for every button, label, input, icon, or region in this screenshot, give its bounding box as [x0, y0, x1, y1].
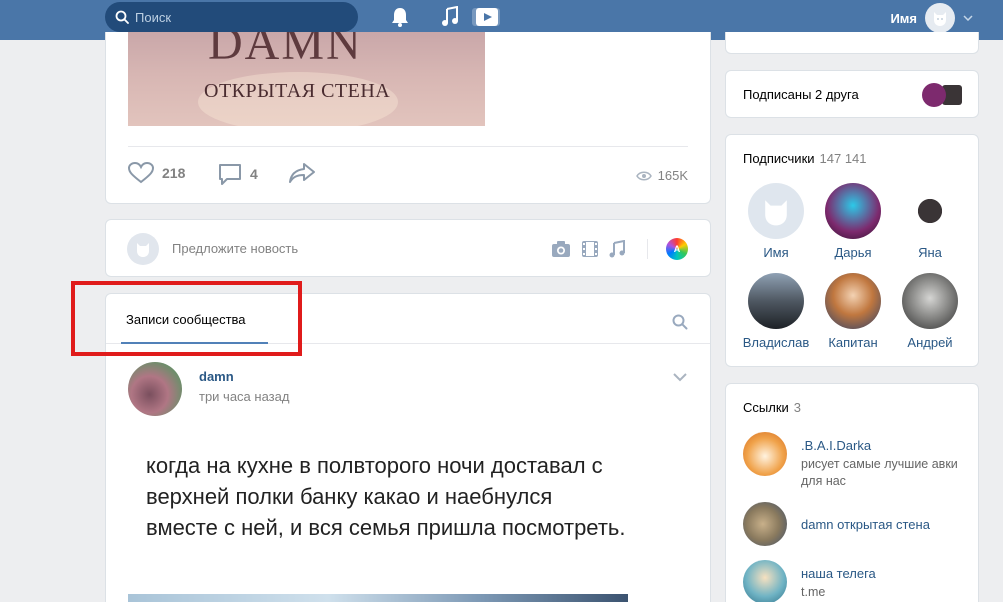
- link-description: рисует самые лучшие авки для нас: [801, 457, 958, 488]
- post-image[interactable]: DAMN ОТКРЫТАЯ СТЕНА: [128, 32, 485, 126]
- friend-avatar[interactable]: [922, 83, 946, 107]
- subscriber-item[interactable]: Яна: [890, 183, 970, 260]
- link-item[interactable]: damn открытая стена: [743, 502, 963, 548]
- avatar: [748, 273, 804, 329]
- dog-avatar-icon: [137, 243, 149, 257]
- subscriber-item[interactable]: Дарья: [813, 183, 893, 260]
- links-card: Ссылки 3 .B.A.I.Darka рисует самые лучшие…: [725, 383, 979, 602]
- comment-button[interactable]: 4: [218, 162, 258, 186]
- share-button[interactable]: [288, 162, 316, 184]
- image-subtitle: ОТКРЫТАЯ СТЕНА: [204, 80, 391, 102]
- friends-subscribed-label: Подписаны 2 друга: [743, 87, 859, 102]
- avatar: [127, 233, 159, 265]
- post-image[interactable]: [128, 594, 628, 602]
- suggest-news-card[interactable]: Предложите новость A: [105, 219, 711, 277]
- subscriber-item[interactable]: Имя: [736, 183, 816, 260]
- friends-subscribed-card[interactable]: Подписаны 2 друга: [725, 70, 979, 118]
- avatar: [825, 273, 881, 329]
- search-icon: [115, 10, 129, 24]
- divider: [128, 146, 688, 147]
- avatar: [748, 183, 804, 239]
- subscribers-count: 147 141: [819, 151, 867, 166]
- subscriber-item[interactable]: Владислав: [736, 273, 816, 350]
- links-header[interactable]: Ссылки 3: [743, 400, 801, 415]
- link-item[interactable]: .B.A.I.Darka рисует самые лучшие авки дл…: [743, 432, 963, 488]
- views-counter: 165K: [635, 168, 688, 183]
- link-avatar: [743, 560, 787, 602]
- links-label: Ссылки: [743, 400, 789, 415]
- comment-count: 4: [250, 166, 258, 182]
- post-author[interactable]: damn: [199, 369, 234, 384]
- subscribers-header[interactable]: Подписчики 147 141: [743, 151, 867, 166]
- music-icon[interactable]: [440, 6, 460, 28]
- image-title: DAMN: [208, 32, 363, 70]
- links-count: 3: [793, 400, 802, 415]
- post-time[interactable]: три часа назад: [199, 389, 289, 404]
- camera-icon[interactable]: [551, 240, 571, 258]
- heart-icon: [128, 162, 154, 184]
- chevron-down-icon[interactable]: [672, 372, 688, 382]
- user-name: Имя: [890, 10, 917, 26]
- link-avatar: [743, 502, 787, 546]
- color-wheel-icon[interactable]: A: [666, 238, 688, 260]
- subscriber-name: Андрей: [907, 335, 953, 350]
- film-icon[interactable]: [581, 240, 599, 258]
- avatar: [902, 273, 958, 329]
- subscriber-name: Имя: [763, 245, 789, 260]
- subscriber-name: Яна: [918, 245, 942, 260]
- subscribers-card: Подписчики 147 141 Имя Дарья Яна Владисла…: [725, 134, 979, 367]
- suggest-news-placeholder[interactable]: Предложите новость: [172, 241, 298, 256]
- search-box[interactable]: [105, 2, 358, 32]
- link-description: t.me: [801, 585, 826, 599]
- subscriber-name: Дарья: [834, 245, 872, 260]
- link-title[interactable]: damn открытая стена: [801, 517, 930, 532]
- like-count: 218: [162, 165, 186, 181]
- link-avatar: [743, 432, 787, 476]
- subscribers-label: Подписчики: [743, 151, 815, 166]
- post-text: когда на кухне в полвторого ночи достава…: [146, 453, 626, 540]
- post-card: DAMN ОТКРЫТАЯ СТЕНА 218 4 165K: [105, 32, 711, 204]
- user-menu[interactable]: Имя: [890, 3, 973, 33]
- chevron-down-icon: [963, 15, 973, 21]
- bell-icon[interactable]: [390, 6, 410, 28]
- like-button[interactable]: 218: [128, 162, 185, 184]
- avatar: [902, 183, 958, 239]
- divider: [647, 239, 648, 259]
- avatar: [925, 3, 955, 33]
- link-title[interactable]: .B.A.I.Darka: [801, 438, 871, 453]
- music-note-icon[interactable]: [608, 240, 626, 258]
- views-count: 165K: [657, 168, 688, 183]
- video-icon[interactable]: [472, 7, 500, 27]
- subscriber-name: Владислав: [742, 335, 810, 350]
- search-icon[interactable]: [672, 314, 688, 330]
- avatar: [825, 183, 881, 239]
- right-top-card: [725, 32, 979, 54]
- comment-icon: [219, 164, 241, 185]
- dog-avatar-icon: [765, 200, 787, 226]
- link-title[interactable]: наша телега: [801, 566, 876, 581]
- highlight-box: [71, 281, 302, 356]
- link-item[interactable]: наша телега t.me: [743, 560, 963, 602]
- subscriber-item[interactable]: Капитан: [813, 273, 893, 350]
- share-icon: [289, 163, 315, 183]
- dog-avatar-icon: [934, 12, 946, 26]
- subscriber-name: Капитан: [828, 335, 878, 350]
- subscriber-item[interactable]: Андрей: [890, 273, 970, 350]
- eye-icon: [635, 171, 652, 180]
- author-avatar[interactable]: [128, 362, 182, 416]
- search-input[interactable]: [135, 9, 335, 25]
